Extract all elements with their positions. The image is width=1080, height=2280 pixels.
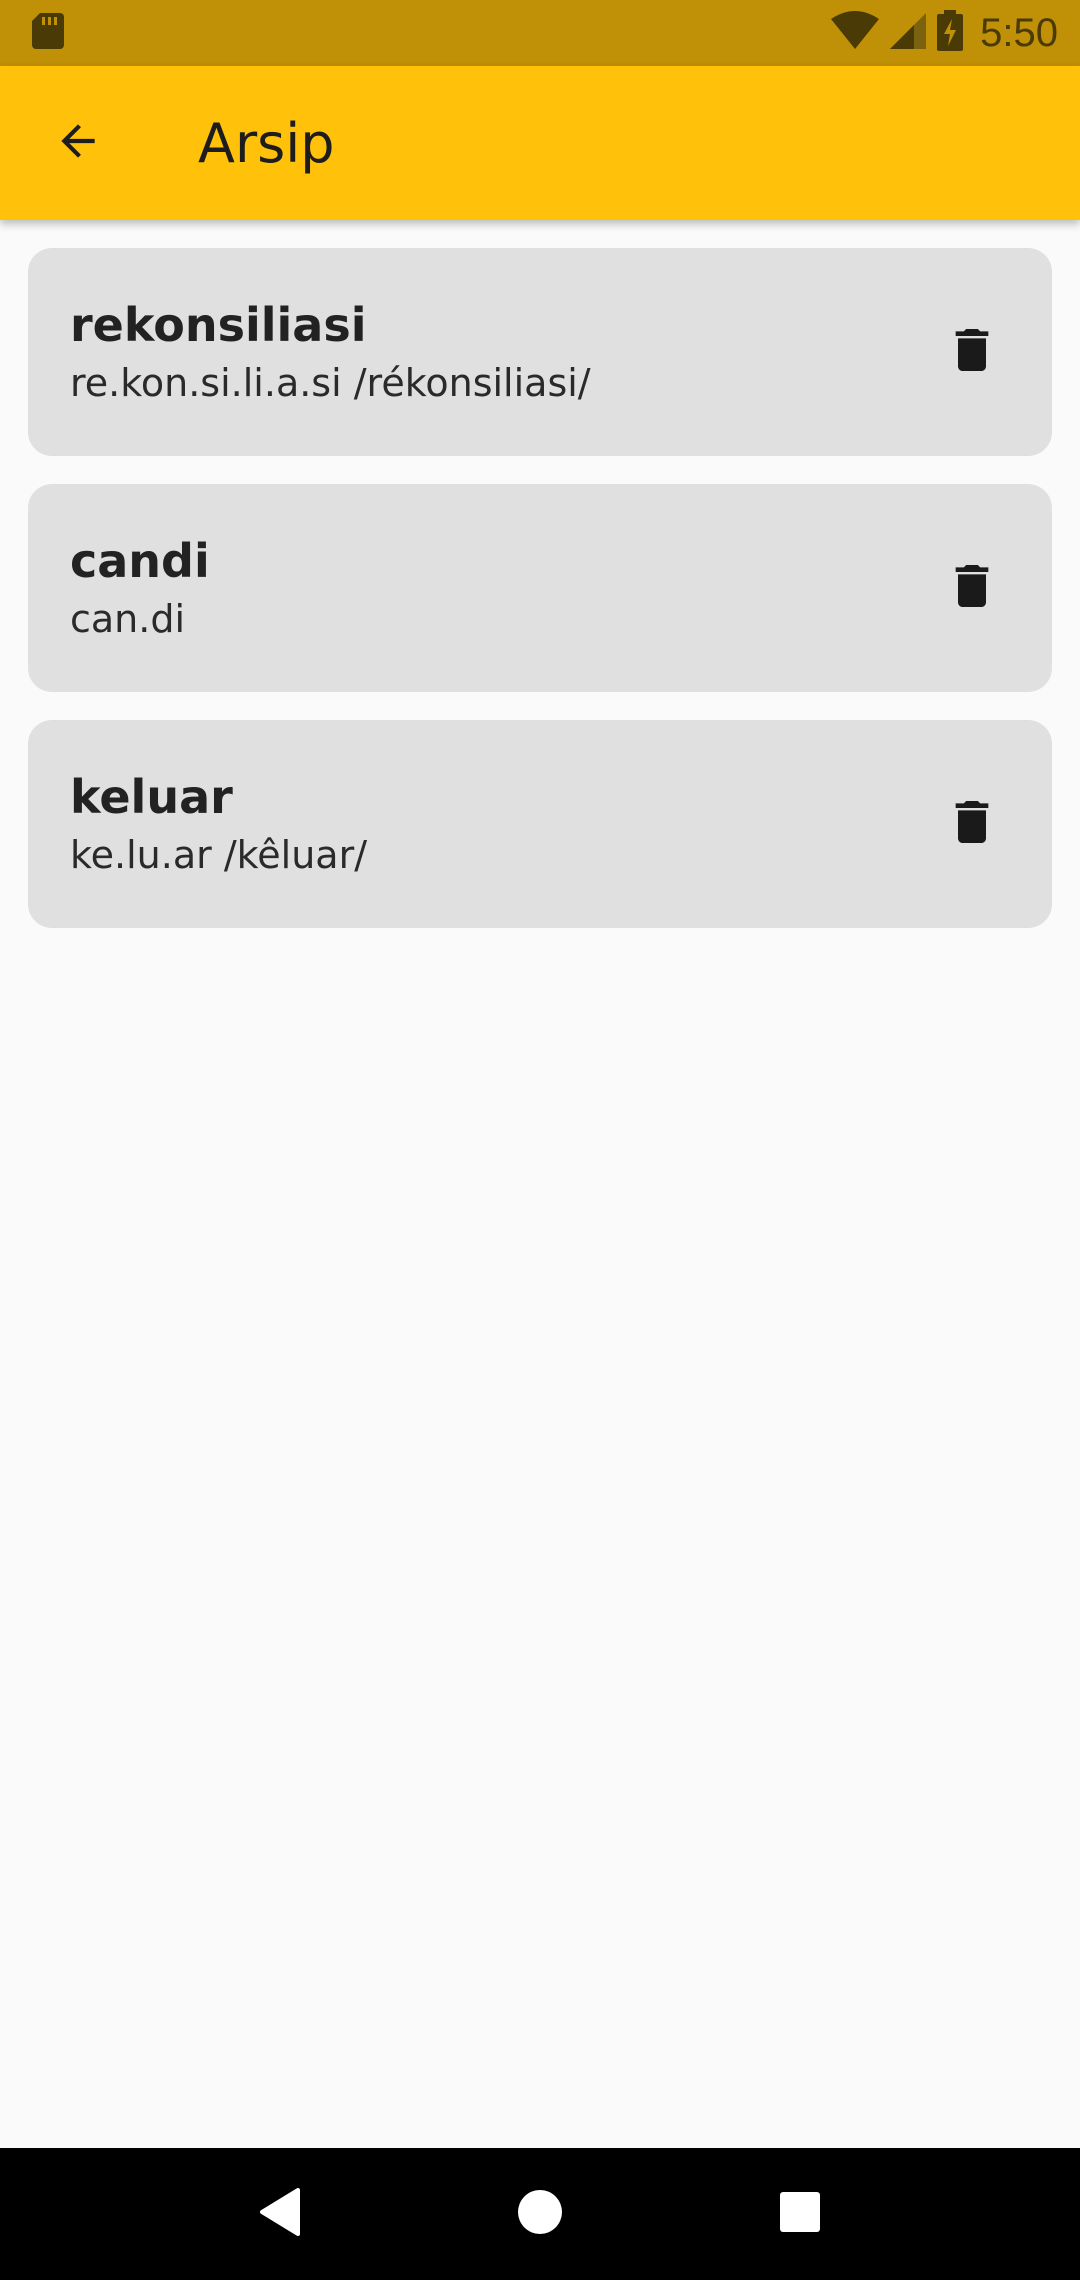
- system-nav-bar: [0, 2148, 1080, 2280]
- nav-recents-button[interactable]: [750, 2164, 850, 2264]
- word-title: keluar: [70, 770, 233, 824]
- recents-square-icon: [778, 2190, 822, 2238]
- list-item-text: rekonsiliasi re.kon.si.li.a.si /rékonsil…: [70, 294, 591, 410]
- page-title: Arsip: [198, 111, 335, 175]
- home-circle-icon: [516, 2188, 564, 2240]
- word-title: rekonsiliasi: [70, 298, 367, 352]
- wifi-icon: [830, 11, 880, 55]
- word-pronunciation: re.kon.si.li.a.si /rékonsiliasi/: [70, 361, 591, 405]
- word-pronunciation: ke.lu.ar /kêluar/: [70, 833, 368, 877]
- nav-back-button[interactable]: [230, 2164, 330, 2264]
- status-bar: 5:50: [0, 0, 1080, 66]
- list-item-text: keluar ke.lu.ar /kêluar/: [70, 766, 367, 882]
- list-item[interactable]: keluar ke.lu.ar /kêluar/: [28, 720, 1052, 928]
- archive-list: rekonsiliasi re.kon.si.li.a.si /rékonsil…: [28, 248, 1052, 956]
- battery-charging-icon: [936, 10, 964, 56]
- delete-button[interactable]: [932, 784, 1012, 864]
- word-title: candi: [70, 534, 210, 588]
- arrow-back-icon: [53, 116, 103, 170]
- back-button[interactable]: [30, 95, 126, 191]
- back-triangle-icon: [258, 2188, 302, 2240]
- trash-icon: [944, 558, 1000, 618]
- list-item[interactable]: candi can.di: [28, 484, 1052, 692]
- list-item[interactable]: rekonsiliasi re.kon.si.li.a.si /rékonsil…: [28, 248, 1052, 456]
- delete-button[interactable]: [932, 548, 1012, 628]
- cell-signal-icon: [888, 11, 928, 55]
- app-bar: Arsip: [0, 66, 1080, 220]
- word-pronunciation: can.di: [70, 597, 186, 641]
- sd-card-icon: [30, 11, 66, 55]
- status-time: 5:50: [980, 10, 1058, 55]
- status-icons: 5:50: [830, 10, 1058, 56]
- list-item-text: candi can.di: [70, 530, 210, 646]
- trash-icon: [944, 794, 1000, 854]
- trash-icon: [944, 322, 1000, 382]
- nav-home-button[interactable]: [490, 2164, 590, 2264]
- delete-button[interactable]: [932, 312, 1012, 392]
